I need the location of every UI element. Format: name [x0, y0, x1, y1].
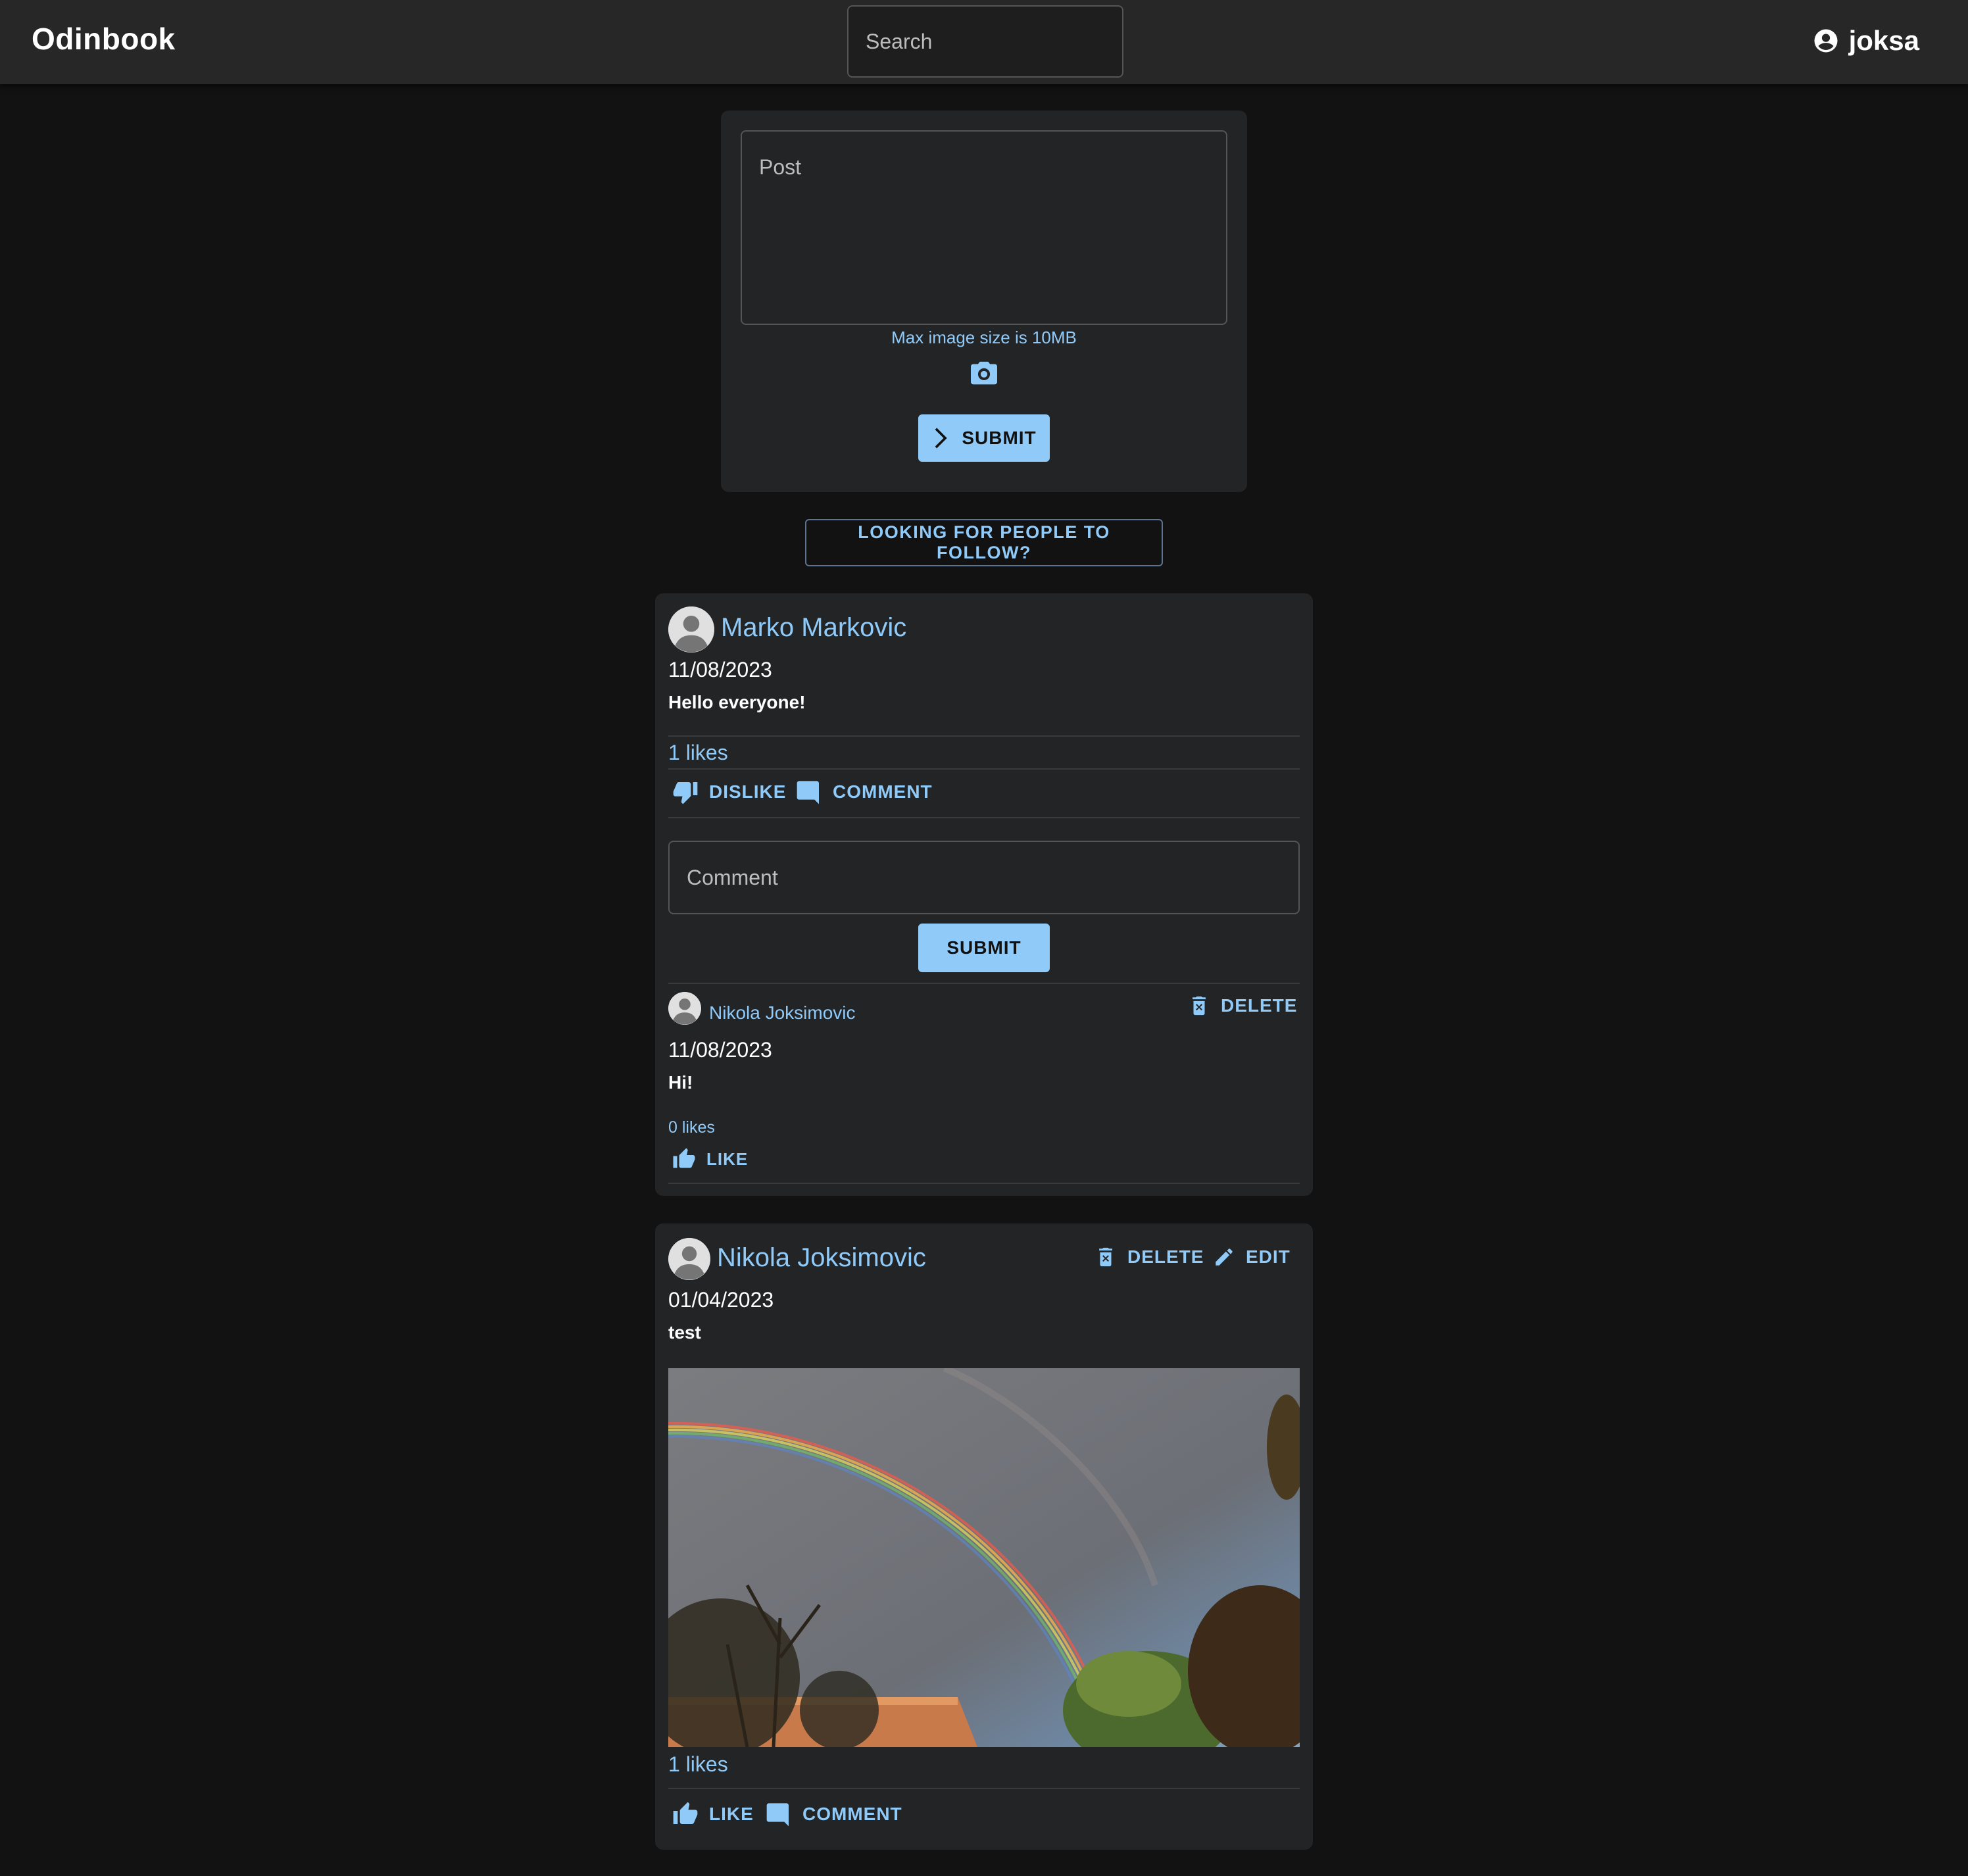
chevron-right-icon — [935, 428, 948, 449]
avatar[interactable] — [668, 1238, 710, 1280]
like-button[interactable]: LIKE — [672, 1801, 754, 1827]
divider — [668, 1183, 1300, 1184]
delete-label: DELETE — [1221, 995, 1298, 1016]
account-circle-icon — [1814, 29, 1838, 53]
comment-delete-button[interactable]: DELETE — [1188, 995, 1297, 1017]
comment-text: Hi! — [668, 1072, 693, 1093]
post-edit-button[interactable]: EDIT — [1213, 1246, 1291, 1268]
post-input[interactable] — [741, 130, 1227, 325]
people-to-follow-button[interactable]: LOOKING FOR PEOPLE TO FOLLOW? — [805, 519, 1163, 566]
delete-icon — [1193, 996, 1206, 1016]
camera-icon[interactable] — [970, 360, 998, 387]
divider — [668, 983, 1300, 984]
edit-icon — [1216, 1248, 1233, 1266]
dislike-button[interactable]: DISLIKE — [672, 779, 786, 805]
post-date: 01/04/2023 — [668, 1288, 774, 1312]
search-input[interactable] — [847, 5, 1123, 78]
edit-label: EDIT — [1246, 1247, 1291, 1267]
like-label: LIKE — [706, 1148, 749, 1169]
delete-icon — [1099, 1247, 1112, 1267]
comment-date: 11/08/2023 — [668, 1038, 772, 1062]
post-author[interactable]: Marko Markovic — [721, 613, 906, 643]
comment-label: COMMENT — [833, 781, 933, 802]
divider — [668, 817, 1300, 818]
post-image[interactable] — [668, 1368, 1300, 1747]
app-bar: Odinbook joksa — [0, 0, 1968, 84]
thumb-up-icon — [673, 1802, 698, 1824]
default-avatar-icon — [668, 1238, 710, 1280]
comment-icon — [797, 781, 819, 804]
max-image-size-note: Max image size is 10MB — [891, 328, 1077, 347]
post-author[interactable]: Nikola Joksimovic — [717, 1243, 926, 1273]
user-menu[interactable]: joksa — [1812, 25, 1919, 57]
post-likes-count: 1 likes — [668, 741, 728, 764]
avatar[interactable] — [668, 606, 714, 653]
post-likes-count: 1 likes — [668, 1752, 728, 1776]
avatar[interactable] — [668, 992, 701, 1025]
comment-label: COMMENT — [802, 1804, 902, 1824]
comment-submit-button[interactable]: SUBMIT — [918, 924, 1050, 972]
like-label: LIKE — [709, 1804, 754, 1824]
post-date: 11/08/2023 — [668, 658, 772, 681]
comment-button[interactable]: COMMENT — [766, 1801, 902, 1827]
post-text: test — [668, 1322, 701, 1343]
post-delete-button[interactable]: DELETE — [1095, 1246, 1204, 1268]
delete-label: DELETE — [1127, 1247, 1204, 1267]
comment-icon — [766, 1803, 789, 1827]
divider — [668, 735, 1300, 737]
comment-button[interactable]: COMMENT — [796, 779, 933, 805]
post-text: Hello everyone! — [668, 692, 806, 712]
post-submit-label: SUBMIT — [962, 428, 1037, 448]
dislike-label: DISLIKE — [709, 781, 787, 802]
username: joksa — [1848, 25, 1919, 56]
comment-input[interactable] — [668, 841, 1300, 914]
comment-author[interactable]: Nikola Joksimovic — [709, 1002, 856, 1024]
divider — [668, 1788, 1300, 1789]
default-avatar-icon — [668, 606, 714, 653]
default-avatar-icon — [668, 992, 701, 1025]
brand-logo[interactable]: Odinbook — [32, 21, 176, 57]
comment-like-button[interactable]: LIKE — [672, 1147, 748, 1171]
comment-likes-count: 0 likes — [668, 1118, 715, 1137]
divider — [668, 768, 1300, 770]
rainbow-photo — [668, 1368, 1300, 1747]
post-submit-button[interactable]: SUBMIT — [918, 414, 1050, 462]
post-composer: Max image size is 10MB SUBMIT — [721, 111, 1247, 492]
thumb-down-icon — [673, 782, 698, 804]
post-card: Nikola Joksimovic DELETE EDIT 01/04/2023… — [655, 1223, 1313, 1850]
post-card: Marko Markovic 11/08/2023 Hello everyone… — [655, 593, 1313, 1196]
thumb-up-icon — [673, 1148, 695, 1168]
